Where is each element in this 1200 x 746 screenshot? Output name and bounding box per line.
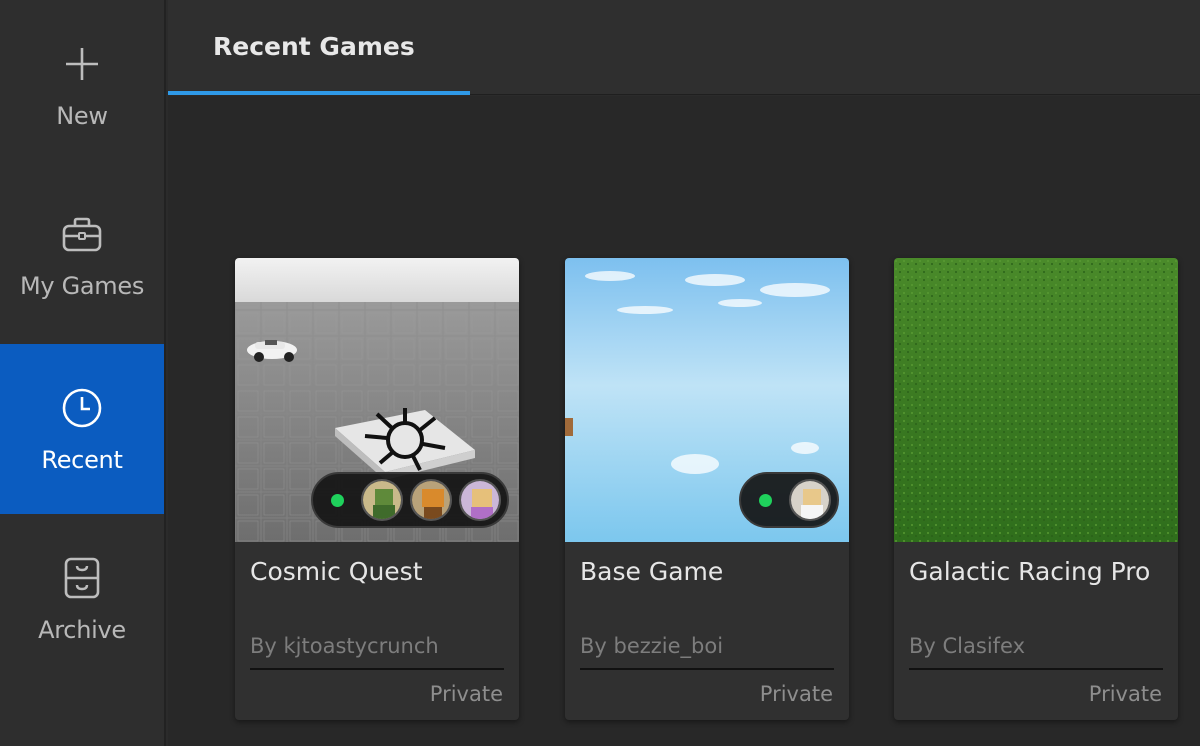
player-avatar (410, 479, 452, 521)
game-card[interactable]: Cosmic Quest By kjtoastycrunch Private (235, 258, 519, 720)
clock-icon (58, 384, 106, 432)
sidebar-item-my-games[interactable]: My Games (0, 170, 164, 340)
archive-icon (58, 554, 106, 602)
game-title: Cosmic Quest (250, 557, 423, 586)
divider (250, 668, 504, 670)
privacy-status: Private (759, 682, 833, 706)
game-card[interactable]: Galactic Racing Pro By Clasifex Private (894, 258, 1178, 720)
online-indicator (331, 493, 344, 507)
privacy-status: Private (1088, 682, 1162, 706)
active-players-pill (311, 472, 509, 528)
sidebar: New My Games Recent Archive (0, 0, 166, 746)
game-author: By kjtoastycrunch (250, 634, 439, 658)
game-title: Galactic Racing Pro (909, 557, 1151, 586)
sidebar-item-recent[interactable]: Recent (0, 344, 164, 514)
player-avatar (459, 479, 501, 521)
online-indicator (759, 493, 772, 507)
sidebar-item-archive[interactable]: Archive (0, 514, 164, 684)
sidebar-item-new[interactable]: New (0, 0, 164, 170)
sidebar-item-label: Archive (38, 616, 126, 644)
divider (909, 668, 1163, 670)
tab-label: Recent Games (213, 31, 415, 61)
tab-bar: Recent Games (168, 0, 1200, 95)
sidebar-item-label: New (56, 102, 108, 130)
sidebar-item-label: Recent (41, 446, 123, 474)
game-thumbnail (565, 258, 849, 542)
game-card[interactable]: Base Game By bezzie_boi Private (565, 258, 849, 720)
divider (580, 668, 834, 670)
active-players-pill (739, 472, 839, 528)
player-avatar (361, 479, 403, 521)
game-thumbnail (235, 258, 519, 542)
briefcase-icon (58, 210, 106, 258)
privacy-status: Private (429, 682, 503, 706)
game-thumbnail (894, 258, 1178, 542)
tab-recent-games[interactable]: Recent Games (168, 0, 470, 95)
game-title: Base Game (580, 557, 724, 586)
plus-icon (58, 40, 106, 88)
game-author: By Clasifex (909, 634, 1026, 658)
game-author: By bezzie_boi (580, 634, 724, 658)
sidebar-item-label: My Games (19, 272, 145, 300)
player-avatar (789, 479, 831, 521)
active-tab-indicator (168, 91, 470, 95)
